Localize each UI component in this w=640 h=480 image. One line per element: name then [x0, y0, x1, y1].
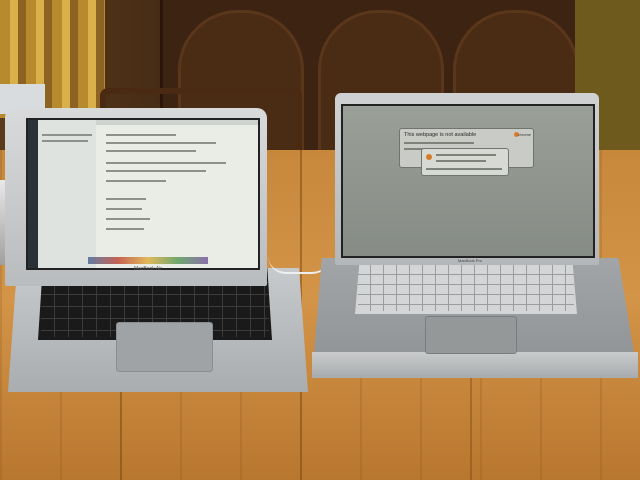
dialog-brand: chrome [517, 132, 531, 137]
macbook-pro-screen: This webpage is not available chrome [341, 104, 595, 258]
macbook-air-label: MacBook Air [133, 266, 163, 272]
text-line [106, 150, 196, 152]
macbook-pro-trackpad [425, 316, 517, 354]
text-line [106, 170, 206, 172]
text-line [106, 162, 226, 164]
text-line [106, 198, 146, 200]
text-line [436, 160, 486, 162]
text-line [106, 218, 150, 220]
dialog-title: This webpage is not available [404, 132, 477, 138]
list-text-line [42, 140, 88, 142]
message-list [38, 120, 96, 268]
warning-icon [426, 154, 432, 160]
dock [88, 257, 208, 264]
macbook-pro-label: MacBook Pro [457, 258, 482, 263]
app-sidebar [28, 120, 38, 268]
macbook-pro-keyboard [355, 262, 577, 314]
notification-popup [421, 148, 509, 176]
macbook-air-trackpad [116, 322, 213, 372]
list-text-line [42, 134, 92, 136]
text-line [426, 168, 502, 170]
keyboard-keys [358, 265, 574, 311]
text-line [106, 142, 216, 144]
text-line [106, 180, 166, 182]
macbook-air-screen [26, 118, 260, 270]
photo-scene: MacBook Air This webpage is not availabl… [0, 0, 640, 480]
macbook-pro-front-edge [312, 352, 638, 378]
text-line [436, 154, 496, 156]
text-line [106, 208, 142, 210]
text-line [106, 228, 144, 230]
text-line [404, 142, 474, 144]
text-line [106, 134, 176, 136]
